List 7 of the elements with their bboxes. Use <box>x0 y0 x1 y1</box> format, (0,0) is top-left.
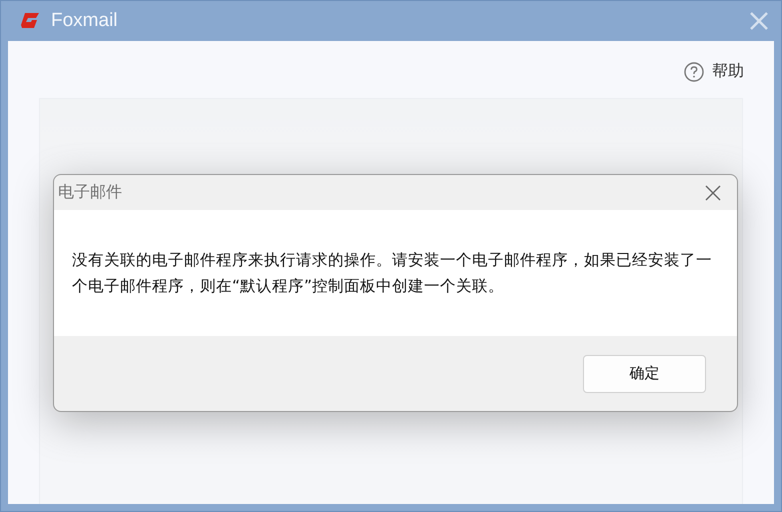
close-icon[interactable] <box>705 184 721 200</box>
window-title: Foxmail <box>51 10 119 32</box>
help-button[interactable]: 帮助 <box>684 61 744 82</box>
dialog-title: 电子邮件 <box>58 182 122 203</box>
help-icon <box>684 62 704 82</box>
ok-button[interactable]: 确定 <box>583 354 706 392</box>
dialog-message: 没有关联的电子邮件程序来执行请求的操作。请安装一个电子邮件程序，如果已经安装了一个电子邮件程序，则在“默认程序”控制面板中创建一个关联。 <box>72 250 713 297</box>
